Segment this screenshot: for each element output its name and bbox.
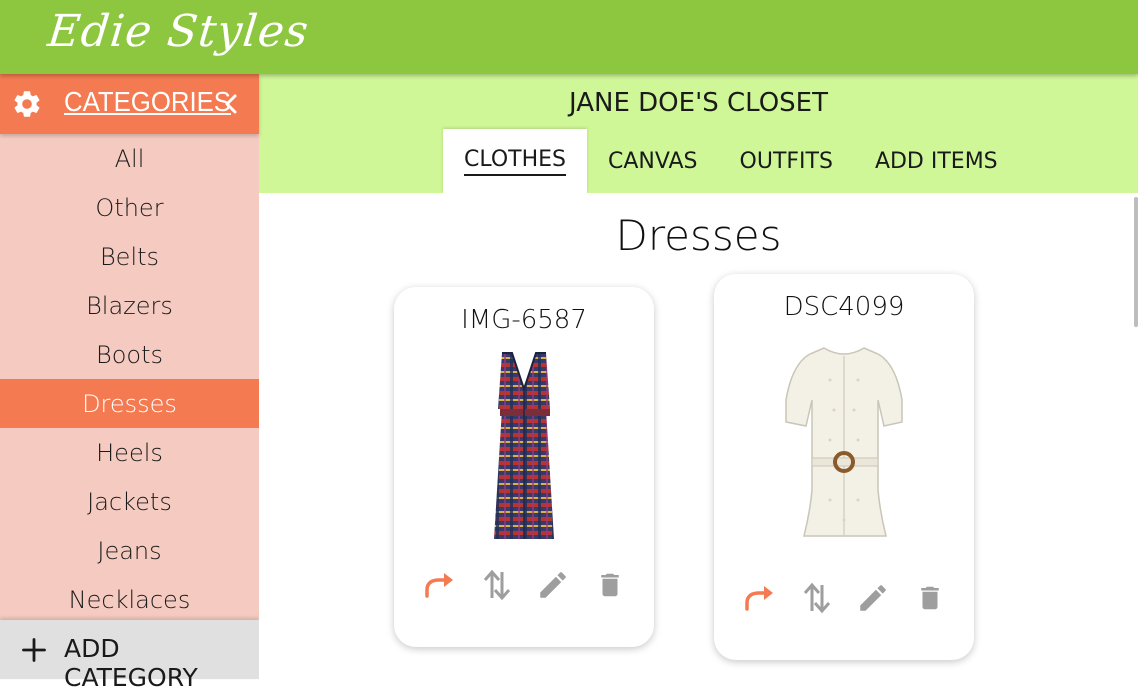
category-item-jackets[interactable]: Jackets <box>0 477 259 526</box>
categories-title[interactable]: CATEGORIES <box>64 86 231 118</box>
category-item-heels[interactable]: Heels <box>0 428 259 477</box>
closet-tabs: CLOTHES CANVAS OUTFITS ADD ITEMS <box>443 129 1019 193</box>
tab-outfits-label: OUTFITS <box>739 148 833 174</box>
tab-canvas[interactable]: CANVAS <box>587 129 719 193</box>
category-item-boots[interactable]: Boots <box>0 330 259 379</box>
category-item-all[interactable]: All <box>0 134 259 183</box>
tab-clothes[interactable]: CLOTHES <box>443 129 587 193</box>
closet-title: JANE DOE'S CLOSET <box>569 88 828 118</box>
plus-icon <box>22 638 46 662</box>
app-logo[interactable]: Edie Styles <box>45 6 311 57</box>
category-item-necklaces[interactable]: Necklaces <box>0 575 259 624</box>
gear-icon[interactable] <box>11 88 43 120</box>
category-item-blazers[interactable]: Blazers <box>0 281 259 330</box>
chevron-left-icon[interactable] <box>220 92 244 116</box>
tab-add-items-label: ADD ITEMS <box>874 148 998 174</box>
swap-icon[interactable] <box>797 578 837 618</box>
tab-outfits[interactable]: OUTFITS <box>719 129 854 193</box>
tab-add-items[interactable]: ADD ITEMS <box>854 129 1019 193</box>
card-actions <box>740 576 950 620</box>
delete-icon[interactable] <box>910 578 950 618</box>
top-bar: Edie Styles <box>0 0 1138 74</box>
share-icon[interactable] <box>420 565 460 605</box>
section-title: Dresses <box>615 211 782 260</box>
tab-clothes-label: CLOTHES <box>464 147 566 176</box>
card-actions <box>420 563 630 607</box>
swap-icon[interactable] <box>477 565 517 605</box>
main-content: Dresses IMG-6587 DSC4099 <box>259 193 1138 679</box>
clothing-card[interactable]: IMG-6587 <box>394 287 654 647</box>
plaid-dress-image[interactable] <box>454 349 594 549</box>
clothing-card[interactable]: DSC4099 <box>714 274 974 660</box>
tab-canvas-label: CANVAS <box>608 148 698 174</box>
category-item-jeans[interactable]: Jeans <box>0 526 259 575</box>
add-category-label: ADD CATEGORY <box>64 634 198 692</box>
category-list: All Other Belts Blazers Boots Dresses He… <box>0 134 259 624</box>
add-category-button[interactable]: ADD CATEGORY <box>0 620 259 692</box>
clothing-card-title: DSC4099 <box>783 292 905 322</box>
closet-header: JANE DOE'S CLOSET CLOTHES CANVAS OUTFITS… <box>259 74 1138 193</box>
categories-sidebar: CATEGORIES All Other Belts Blazers Boots… <box>0 74 259 692</box>
delete-icon[interactable] <box>590 565 630 605</box>
share-icon[interactable] <box>740 578 780 618</box>
category-item-belts[interactable]: Belts <box>0 232 259 281</box>
edit-icon[interactable] <box>853 578 893 618</box>
category-item-dresses[interactable]: Dresses <box>0 379 259 428</box>
edit-icon[interactable] <box>533 565 573 605</box>
white-eyelet-dress-image[interactable] <box>774 340 914 540</box>
category-item-other[interactable]: Other <box>0 183 259 232</box>
categories-header: CATEGORIES <box>0 74 259 134</box>
clothing-card-title: IMG-6587 <box>461 305 587 335</box>
